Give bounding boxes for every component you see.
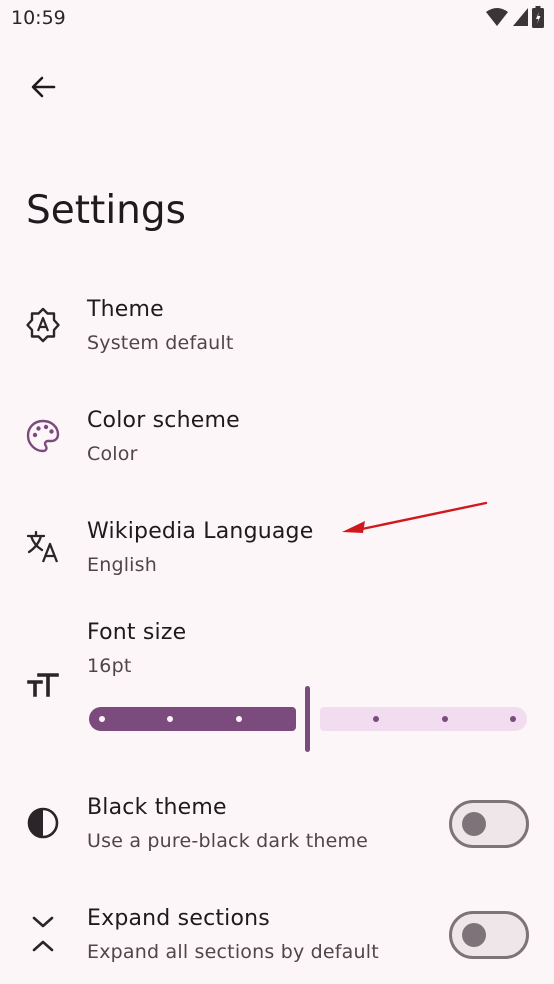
font-size-value: 16pt <box>87 655 132 677</box>
status-icons <box>486 6 544 28</box>
setting-black-theme[interactable]: Black theme Use a pure-black dark theme <box>0 790 554 862</box>
setting-color-scheme[interactable]: Color scheme Color <box>0 403 554 475</box>
status-time: 10:59 <box>11 7 66 29</box>
expand-sections-switch[interactable] <box>449 911 529 959</box>
theme-label: Theme <box>87 297 164 322</box>
translate-icon <box>22 526 64 568</box>
expand-sections-label: Expand sections <box>87 906 270 931</box>
slider-tick <box>236 716 242 722</box>
settings-screen: 10:59 Settings Theme System default Colo… <box>0 0 554 984</box>
slider-inactive-track <box>320 707 527 731</box>
battery-icon <box>532 6 544 28</box>
text-size-icon <box>22 665 64 707</box>
color-scheme-value: Color <box>87 443 138 465</box>
slider-tick <box>99 716 105 722</box>
slider-thumb[interactable] <box>305 686 310 752</box>
wikipedia-language-value: English <box>87 554 158 576</box>
wikipedia-language-label: Wikipedia Language <box>87 519 314 544</box>
expand-sections-value: Expand all sections by default <box>87 941 379 963</box>
theme-icon <box>22 304 64 346</box>
wifi-icon <box>486 8 508 26</box>
expand-collapse-icon <box>22 913 64 955</box>
color-scheme-label: Color scheme <box>87 408 240 433</box>
slider-tick <box>167 716 173 722</box>
slider-active-track <box>89 707 296 731</box>
slider-tick <box>510 716 516 722</box>
slider-tick <box>442 716 448 722</box>
arrow-back-icon <box>31 76 56 98</box>
signal-icon <box>513 8 528 26</box>
back-button[interactable] <box>22 66 64 108</box>
switch-knob <box>462 812 486 836</box>
font-size-slider[interactable] <box>89 684 527 754</box>
setting-expand-sections[interactable]: Expand sections Expand all sections by d… <box>0 901 554 973</box>
page-title: Settings <box>26 188 186 233</box>
contrast-icon <box>22 802 64 844</box>
annotation-arrow-icon <box>342 501 488 533</box>
switch-knob <box>462 923 486 947</box>
black-theme-label: Black theme <box>87 795 227 820</box>
black-theme-switch[interactable] <box>449 800 529 848</box>
palette-icon <box>22 415 64 457</box>
font-size-label: Font size <box>87 620 187 645</box>
theme-value: System default <box>87 332 234 354</box>
black-theme-value: Use a pure-black dark theme <box>87 830 369 852</box>
setting-theme[interactable]: Theme System default <box>0 292 554 364</box>
slider-tick <box>373 716 379 722</box>
